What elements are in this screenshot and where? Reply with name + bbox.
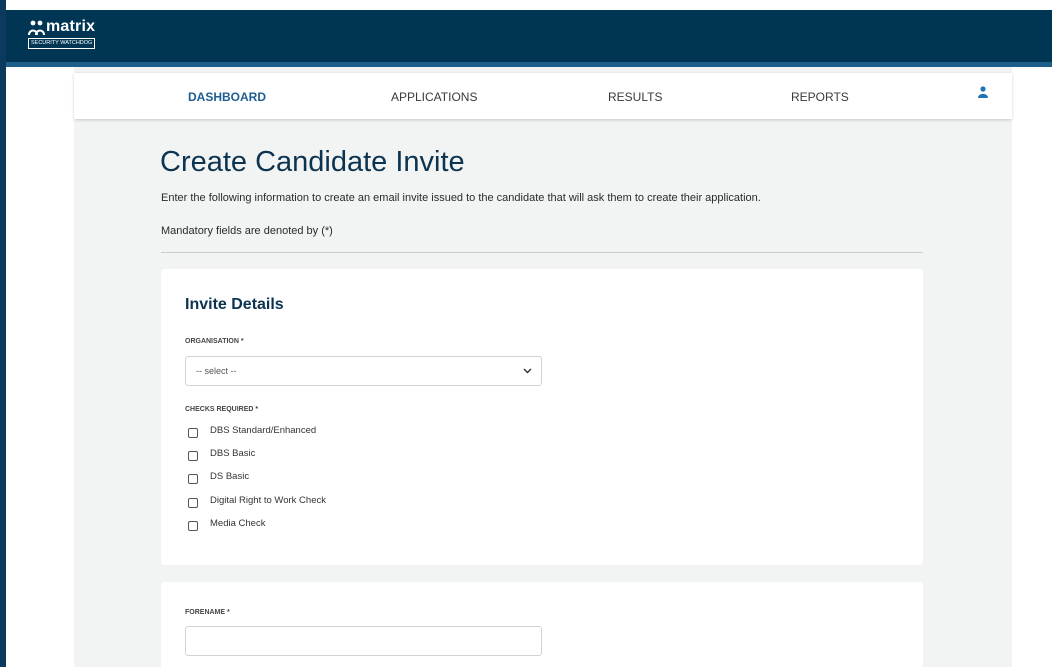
top-bar [6,10,1052,62]
section-divider [161,252,923,253]
check-label: Media Check [210,518,266,529]
forename-input[interactable] [185,626,542,656]
nav-results[interactable]: RESULTS [608,90,662,104]
nav-applications[interactable]: APPLICATIONS [391,90,477,104]
check-dbs-basic[interactable]: DBS Basic [188,448,448,462]
checkbox[interactable] [188,474,198,484]
window-left-border [0,0,6,667]
brand-tagline: SECURITY WATCHDOG [28,38,96,49]
checkbox[interactable] [188,428,198,438]
checks-required-label: CHECKS REQUIRED * [185,406,259,413]
checkbox[interactable] [188,521,198,531]
chevron-down-icon [523,368,532,374]
check-digital-right-to-work[interactable]: Digital Right to Work Check [188,495,448,509]
organisation-select[interactable]: -- select -- [185,356,542,386]
invite-details-card: Invite Details ORGANISATION * -- select … [161,269,923,565]
check-label: DBS Standard/Enhanced [210,425,317,436]
nav-reports[interactable]: REPORTS [791,90,849,104]
page-title: Create Candidate Invite [160,146,465,178]
brand-name: matrix [46,18,96,35]
forename-label: FORENAME * [185,609,230,616]
check-media-check[interactable]: Media Check [188,518,448,532]
checkbox[interactable] [188,451,198,461]
people-logo-icon [28,20,45,36]
invite-details-title: Invite Details [185,296,284,313]
user-icon[interactable] [978,86,988,98]
nav-dashboard[interactable]: DASHBOARD [188,90,266,104]
check-label: Digital Right to Work Check [210,495,326,506]
mandatory-note: Mandatory fields are denoted by (*) [161,225,333,237]
page-intro: Enter the following information to creat… [161,192,761,204]
brand-logo[interactable]: matrix SECURITY WATCHDOG [26,18,116,52]
candidate-details-card: FORENAME * [161,582,923,667]
organisation-label: ORGANISATION * [185,338,244,345]
check-label: DBS Basic [210,448,256,459]
check-label: DS Basic [210,471,250,482]
check-dbs-standard-enhanced[interactable]: DBS Standard/Enhanced [188,425,448,439]
checkbox[interactable] [188,498,198,508]
main-nav: DASHBOARD APPLICATIONS RESULTS REPORTS [74,73,1012,119]
organisation-select-value: -- select -- [196,366,237,376]
check-ds-basic[interactable]: DS Basic [188,471,448,485]
